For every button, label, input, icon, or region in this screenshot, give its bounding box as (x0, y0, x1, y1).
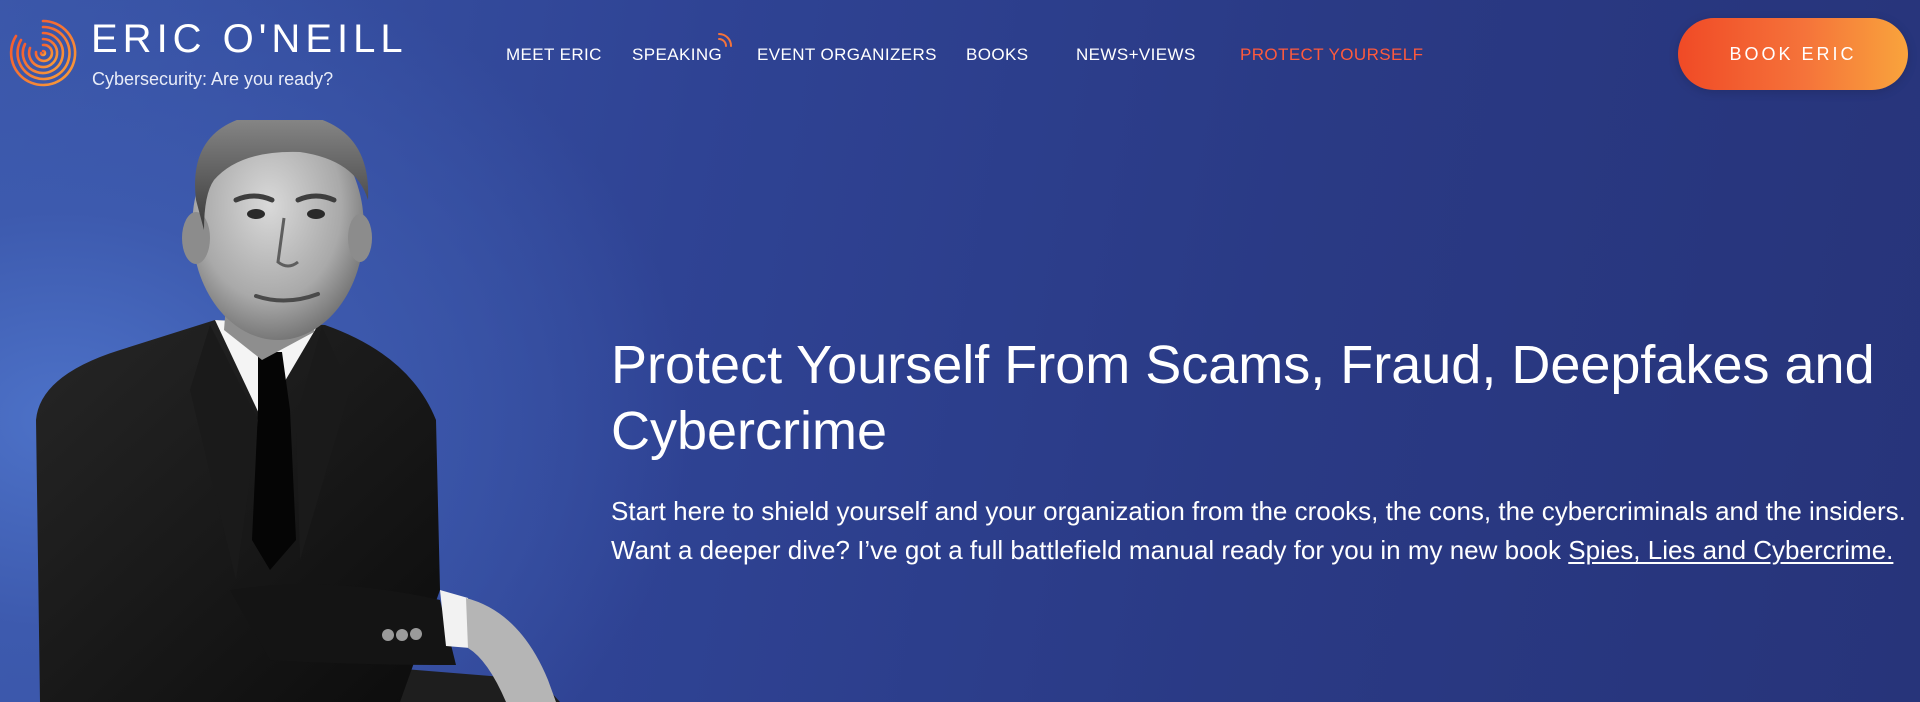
fingerprint-logo-icon[interactable] (8, 18, 78, 88)
site-header: ERIC O'NEILL Cybersecurity: Are you read… (0, 0, 1920, 110)
nav-item-books[interactable]: BOOKS (966, 44, 1028, 66)
nav-item-protect-yourself[interactable]: PROTECT YOURSELF (1240, 44, 1423, 66)
book-eric-button[interactable]: BOOK ERIC (1678, 18, 1908, 90)
nav-item-news-views[interactable]: NEWS+VIEWS (1076, 44, 1196, 66)
eric-portrait-image (36, 120, 560, 702)
hero-body: Start here to shield yourself and your o… (611, 492, 1911, 570)
nav-item-speaking[interactable]: SPEAKING (632, 44, 722, 66)
page: ERIC O'NEILL Cybersecurity: Are you read… (0, 0, 1920, 702)
nav-item-event-organizers[interactable]: EVENT ORGANIZERS (757, 44, 937, 66)
nav-item-meet-eric[interactable]: MEET ERIC (506, 44, 602, 66)
signal-waves-icon (718, 33, 732, 47)
book-link[interactable]: Spies, Lies and Cybercrime. (1568, 535, 1893, 565)
brand-name[interactable]: ERIC O'NEILL (91, 16, 408, 62)
hero-title: Protect Yourself From Scams, Fraud, Deep… (611, 335, 1875, 461)
brand-tagline: Cybersecurity: Are you ready? (92, 69, 334, 89)
